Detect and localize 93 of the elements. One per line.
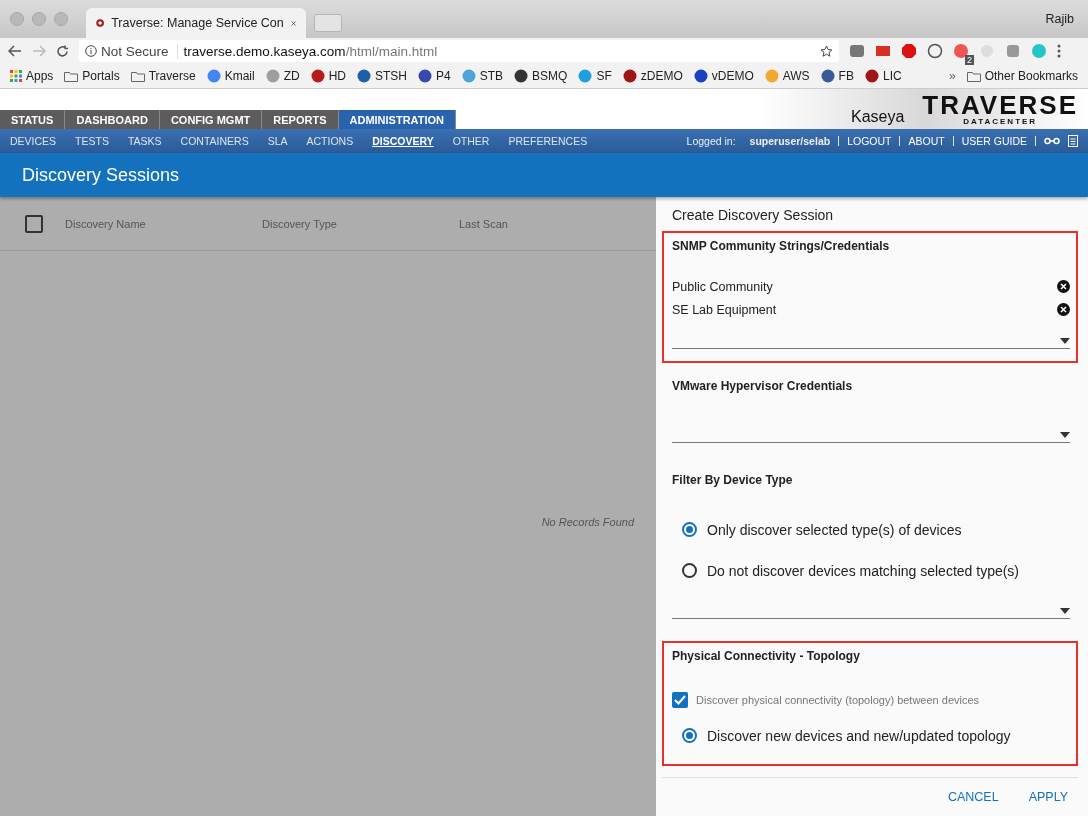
product-subtitle: DATACENTER: [963, 118, 1038, 126]
action-button[interactable]: CANCEL: [937, 784, 1009, 810]
product-logo: TRAVERSE: [922, 92, 1078, 118]
nav-link[interactable]: ACTIONS: [306, 135, 354, 147]
checkbox[interactable]: [672, 692, 688, 708]
panel-title: Create Discovery Session: [671, 207, 835, 225]
dropdown-caret-icon: [1060, 432, 1070, 438]
bookmark[interactable]: vDEMO: [693, 69, 754, 83]
key-icon[interactable]: [1044, 137, 1060, 145]
logged-in-label: Logged in:: [686, 135, 736, 147]
bookmark[interactable]: STB: [461, 69, 504, 83]
section-title: SNMP Community Strings/Credentials: [672, 239, 891, 253]
radio-button[interactable]: [682, 563, 697, 578]
remove-icon[interactable]: [1057, 303, 1070, 316]
browser-tab[interactable]: Traverse: Manage Service Con: [86, 8, 306, 38]
apps-grid-icon: [10, 70, 22, 82]
bookmark[interactable]: AWS: [764, 69, 810, 83]
checkbox-label[interactable]: Discover physical connectivity (topology) between devices: [696, 694, 980, 706]
bookmark[interactable]: STSH: [357, 69, 407, 83]
nav-link[interactable]: OTHER: [452, 135, 490, 147]
bookmark[interactable]: LIC: [864, 69, 902, 83]
address-bar[interactable]: Not Secure traverse.demo.kaseya.com/html/main.html: [79, 40, 839, 62]
credential-label: SE Lab Equipment: [672, 302, 777, 317]
dropdown-caret-icon: [1060, 608, 1070, 614]
empty-message: No Records Found: [541, 515, 634, 528]
radio-button[interactable]: [682, 522, 697, 537]
bookmark[interactable]: Portals: [64, 69, 120, 83]
extension-icon[interactable]: [953, 43, 969, 59]
nav-link[interactable]: CONTAINERS: [180, 135, 249, 147]
site-favicon-icon: [96, 16, 105, 30]
profile-name[interactable]: Rajib: [1045, 12, 1074, 26]
user-name: superuser/selab: [749, 135, 831, 147]
bookmark[interactable]: SF: [578, 69, 612, 83]
bookmark[interactable]: Kmail: [206, 69, 255, 83]
select-all-checkbox[interactable]: [25, 214, 43, 233]
radio-label[interactable]: Only discover selected type(s) of devices: [707, 521, 962, 538]
folder-icon: [130, 70, 145, 82]
page-title: Discovery Sessions: [22, 164, 180, 186]
column-header[interactable]: Discovery Type: [262, 217, 459, 230]
section-title: Physical Connectivity - Topology: [672, 649, 861, 663]
bookmark[interactable]: BSMQ: [514, 69, 568, 83]
dropdown-caret-icon: [1060, 338, 1070, 344]
bookmark[interactable]: ZD: [265, 69, 300, 83]
header-link[interactable]: USER GUIDE: [961, 135, 1027, 147]
remove-icon[interactable]: [1057, 280, 1070, 293]
overflow-chevron[interactable]: »: [948, 69, 956, 83]
nav-link[interactable]: DISCOVERY: [372, 135, 434, 147]
column-header[interactable]: Discovery Name: [65, 217, 262, 230]
star-icon[interactable]: [820, 44, 833, 58]
square-icon[interactable]: [1005, 43, 1021, 59]
brand-logo: Kaseya: [850, 108, 905, 126]
security-label: Not Secure: [101, 43, 169, 59]
bookmark[interactable]: Other Bookmarks: [966, 69, 1078, 83]
close-icon[interactable]: [290, 18, 296, 28]
nav-link[interactable]: PREFERENCES: [508, 135, 588, 147]
main-tab[interactable]: REPORTS: [262, 110, 339, 129]
nav-link[interactable]: TASKS: [127, 135, 162, 147]
radio-label[interactable]: Discover new devices and new/updated topology: [707, 727, 1011, 744]
radio-button[interactable]: [682, 728, 697, 743]
nav-link[interactable]: SLA: [267, 135, 288, 147]
document-icon[interactable]: [1068, 135, 1078, 147]
adblock-icon[interactable]: [901, 43, 917, 59]
info-circle-icon[interactable]: [927, 43, 943, 59]
info-icon: [85, 45, 97, 57]
header-link[interactable]: LOGOUT: [847, 135, 892, 147]
bookmark[interactable]: P4: [418, 69, 451, 83]
action-button[interactable]: APPLY: [1018, 784, 1078, 810]
nav-link[interactable]: DEVICES: [10, 135, 57, 147]
bookmark[interactable]: zDEMO: [622, 69, 683, 83]
header-link[interactable]: ABOUT: [908, 135, 945, 147]
section-title: Filter By Device Type: [672, 473, 794, 487]
main-tab[interactable]: CONFIG MGMT: [159, 110, 263, 129]
url-path: /html/main.html: [345, 43, 438, 59]
bookmark[interactable]: HD: [310, 69, 346, 83]
folder-icon: [64, 70, 79, 82]
extension-badge: 2: [965, 55, 974, 65]
tab-title: Traverse: Manage Service Con: [111, 16, 284, 30]
credential-label: Public Community: [672, 279, 773, 294]
radio-label[interactable]: Do not discover devices matching selected type(s): [707, 562, 1020, 579]
main-tab[interactable]: ADMINISTRATION: [338, 110, 456, 129]
url-host: traverse.demo.kaseya.com: [183, 43, 346, 59]
bookmark[interactable]: FB: [820, 69, 854, 83]
main-tab[interactable]: STATUS: [0, 110, 66, 129]
main-tab[interactable]: DASHBOARD: [65, 110, 160, 129]
nav-link[interactable]: TESTS: [75, 135, 109, 147]
section-title: VMware Hypervisor Credentials: [672, 379, 854, 393]
column-header[interactable]: Last Scan: [459, 217, 656, 230]
folder-icon: [966, 70, 981, 82]
reload-icon[interactable]: [56, 44, 69, 58]
bookmark[interactable]: Traverse: [130, 69, 196, 83]
menu-icon[interactable]: [1057, 44, 1061, 58]
bookmark[interactable]: Apps: [10, 69, 54, 83]
back-arrow-icon[interactable]: [8, 45, 22, 57]
